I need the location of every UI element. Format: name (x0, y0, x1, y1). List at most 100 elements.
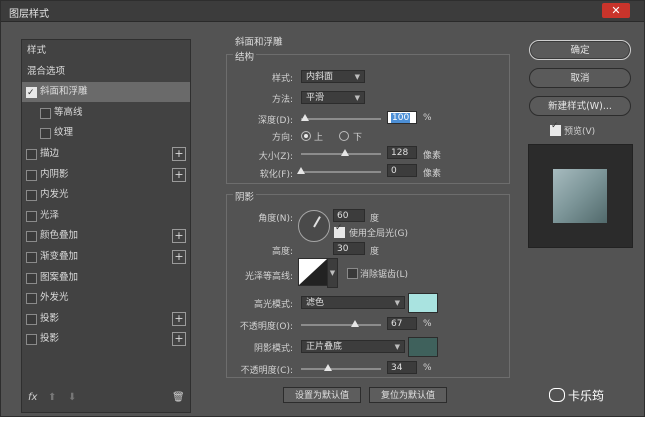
add-effect-icon[interactable]: + (172, 147, 186, 161)
highlight-color-swatch[interactable] (408, 293, 438, 313)
style-list-label: 内发光 (40, 189, 69, 201)
style-list-label: 等高线 (54, 106, 83, 118)
direction-down-radio[interactable] (339, 131, 349, 141)
depth-slider-thumb[interactable] (301, 114, 309, 121)
size-label: 大小(Z): (258, 152, 293, 162)
title-bar: 图层样式 ✕ (1, 1, 644, 22)
depth-input[interactable]: 100 (387, 111, 417, 124)
move-down-icon[interactable]: ⬇ (68, 392, 76, 403)
style-checkbox[interactable] (26, 169, 37, 181)
opacity2-unit: % (423, 363, 432, 373)
move-up-icon[interactable]: ⬆ (48, 392, 56, 403)
style-list-item[interactable]: 投影 + (22, 329, 190, 349)
angle-dial[interactable] (298, 210, 330, 242)
style-checkbox[interactable] (26, 293, 37, 305)
style-list-item[interactable]: 光泽 (22, 206, 190, 226)
close-button[interactable]: ✕ (602, 3, 630, 18)
gloss-contour-picker[interactable] (298, 258, 328, 286)
add-effect-icon[interactable]: + (172, 167, 186, 182)
size-slider-thumb[interactable] (341, 149, 349, 156)
soften-input[interactable]: 0 (387, 164, 417, 177)
style-dropdown[interactable]: 内斜面 ▼ (301, 70, 365, 83)
contour-dropdown-chevron-icon[interactable]: ▼ (327, 258, 338, 288)
style-list-label: 混合选项 (27, 65, 66, 77)
opacity1-input[interactable]: 67 (387, 317, 417, 330)
style-list-label: 渐变叠加 (40, 251, 79, 262)
style-list-item[interactable]: 投影 + (22, 309, 190, 329)
soften-slider-track[interactable] (301, 171, 381, 173)
altitude-label: 高度: (271, 247, 293, 257)
add-effect-icon[interactable]: + (172, 250, 186, 264)
angle-input[interactable]: 60 (333, 209, 365, 222)
add-effect-icon[interactable]: + (172, 229, 186, 244)
set-default-button[interactable]: 设置为默认值 (283, 387, 361, 403)
add-effect-icon[interactable]: + (172, 332, 186, 347)
opacity1-slider-track[interactable] (301, 324, 381, 326)
method-label: 方法: (271, 95, 293, 105)
style-checkbox[interactable] (26, 252, 37, 263)
altitude-input[interactable]: 30 (333, 242, 365, 255)
style-list-item[interactable]: 斜面和浮雕 (22, 82, 190, 103)
style-list-item[interactable]: 混合选项 (22, 62, 190, 82)
style-list-item[interactable]: 外发光 (22, 288, 190, 308)
highlight-mode-dropdown[interactable]: 滤色 ▼ (301, 296, 405, 309)
shadow-mode-dropdown[interactable]: 正片叠底 ▼ (301, 340, 405, 353)
window-title: 图层样式 (9, 9, 49, 20)
cancel-button[interactable]: 取消 (529, 68, 631, 88)
style-checkbox[interactable] (26, 83, 37, 103)
style-checkbox[interactable] (26, 190, 37, 202)
style-list-item[interactable]: 样式 (22, 41, 190, 61)
style-label: 样式: (271, 74, 293, 84)
style-checkbox[interactable] (40, 128, 51, 140)
style-list-item[interactable]: 渐变叠加 + (22, 247, 190, 267)
style-checkbox[interactable] (26, 272, 37, 284)
new-style-button[interactable]: 新建样式(W)... (529, 96, 631, 116)
opacity2-label: 不透明度(C): (240, 366, 293, 376)
opacity2-slider-thumb[interactable] (324, 364, 333, 371)
angle-needle (313, 216, 321, 228)
style-checkbox[interactable] (40, 107, 51, 119)
reset-default-button[interactable]: 复位为默认值 (369, 387, 447, 403)
style-checkbox[interactable] (26, 334, 37, 346)
global-light-checkbox[interactable] (334, 223, 345, 238)
opacity2-input[interactable]: 34 (387, 361, 417, 374)
soften-slider-thumb[interactable] (297, 167, 305, 174)
add-effect-icon[interactable]: + (172, 311, 186, 326)
highlight-mode-label: 高光模式: (253, 300, 293, 310)
anti-alias-checkbox[interactable] (347, 268, 358, 279)
preview-label: 预览(V) (564, 127, 596, 137)
style-checkbox[interactable] (26, 210, 37, 222)
direction-up-radio[interactable] (301, 131, 311, 141)
style-checkbox[interactable] (26, 149, 37, 160)
shading-title: 阴影 (233, 189, 257, 203)
fx-icon[interactable]: fx (28, 392, 37, 403)
direction-down-label: 下 (353, 133, 363, 143)
wechat-icon (549, 388, 565, 402)
style-checkbox[interactable] (26, 231, 37, 243)
trash-icon[interactable]: 🗑 (172, 392, 185, 403)
opacity2-slider-track[interactable] (301, 368, 381, 370)
style-list-label: 图案叠加 (40, 271, 79, 283)
structure-title: 结构 (233, 49, 257, 63)
style-list-label: 光泽 (40, 209, 60, 221)
chevron-down-icon: ▼ (354, 73, 360, 81)
method-dropdown[interactable]: 平滑 ▼ (301, 91, 365, 104)
size-input[interactable]: 128 (387, 146, 417, 159)
shadow-color-swatch[interactable] (408, 337, 438, 357)
style-list-item[interactable]: 颜色叠加 + (22, 226, 190, 246)
style-list-label: 外发光 (40, 292, 69, 304)
gloss-contour-label: 光泽等高线: (244, 272, 293, 282)
style-list-item[interactable]: 等高线 (22, 103, 190, 123)
style-list-item[interactable]: 图案叠加 (22, 268, 190, 288)
style-list-item[interactable]: 内发光 (22, 185, 190, 205)
style-list-item[interactable]: 纹理 (22, 123, 190, 143)
opacity1-slider-thumb[interactable] (350, 320, 359, 327)
style-list-item[interactable]: 内阴影 + (22, 165, 190, 185)
preview-swatch (553, 169, 607, 223)
style-list-item[interactable]: 描边 + (22, 144, 190, 164)
preview-checkbox[interactable] (550, 121, 561, 136)
angle-unit: 度 (370, 214, 380, 224)
depth-slider-track[interactable] (301, 118, 381, 120)
ok-button[interactable]: 确定 (529, 40, 631, 60)
style-checkbox[interactable] (26, 313, 37, 325)
